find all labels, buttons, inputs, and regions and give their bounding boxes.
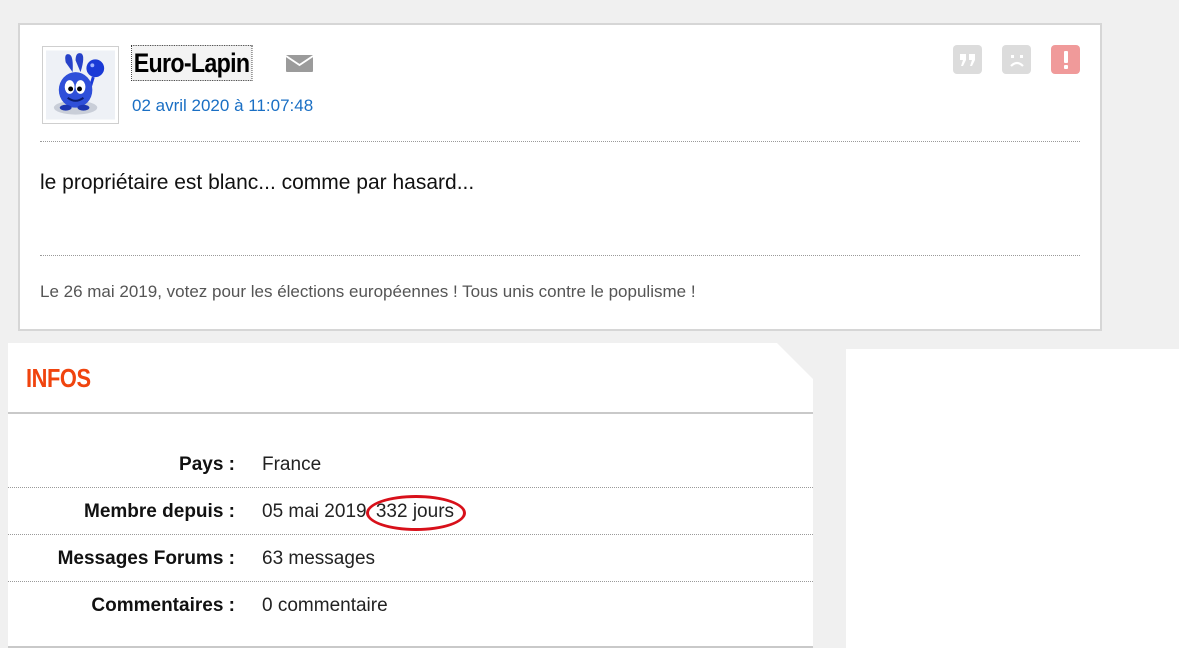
divider	[40, 255, 1080, 256]
infos-panel: INFOS Pays : France Membre depuis : 05 m…	[8, 343, 813, 648]
avatar[interactable]	[42, 46, 119, 124]
sad-face-button[interactable]	[1002, 45, 1031, 74]
report-button[interactable]	[1051, 45, 1080, 74]
info-row-country: Pays : France	[8, 441, 813, 488]
info-value: 05 mai 2019 332 jours	[262, 494, 467, 531]
info-row-member-since: Membre depuis : 05 mai 2019 332 jours	[8, 488, 813, 535]
blue-rabbit-avatar-image	[46, 50, 115, 120]
username-link[interactable]: Euro-Lapin	[131, 45, 252, 81]
forum-post-card: Euro-Lapin 02 avril 2020 à 11:07:48 le p…	[18, 23, 1102, 331]
folded-corner	[777, 343, 813, 379]
info-label: Pays :	[179, 453, 235, 475]
post-date-link[interactable]: 02 avril 2020 à 11:07:48	[132, 96, 313, 116]
infos-list: Pays : France Membre depuis : 05 mai 201…	[8, 441, 813, 629]
divider	[40, 141, 1080, 142]
exclamation-icon	[1063, 50, 1068, 69]
member-since-date: 05 mai 2019	[262, 500, 367, 522]
quote-button[interactable]	[953, 45, 982, 74]
info-label: Messages Forums :	[57, 547, 235, 569]
divider	[8, 412, 813, 414]
info-label: Commentaires :	[91, 594, 235, 616]
quote-icon	[959, 53, 975, 66]
infos-title: INFOS	[26, 363, 91, 393]
info-value: 63 messages	[262, 547, 376, 569]
days-count-circled: 332 jours	[365, 494, 467, 531]
info-row-forum-messages: Messages Forums : 63 messages	[8, 535, 813, 582]
info-row-comments: Commentaires : 0 commentaire	[8, 582, 813, 629]
info-value: 0 commentaire	[262, 594, 388, 616]
sad-face-icon	[1009, 54, 1024, 67]
post-body: le propriétaire est blanc... comme par h…	[40, 171, 475, 194]
sidebar-blank-area	[846, 349, 1179, 648]
info-label: Membre depuis :	[84, 500, 235, 522]
info-value: France	[262, 453, 322, 475]
user-signature: Le 26 mai 2019, votez pour les élections…	[40, 282, 696, 301]
post-actions	[953, 45, 1080, 74]
envelope-icon[interactable]	[285, 55, 314, 72]
